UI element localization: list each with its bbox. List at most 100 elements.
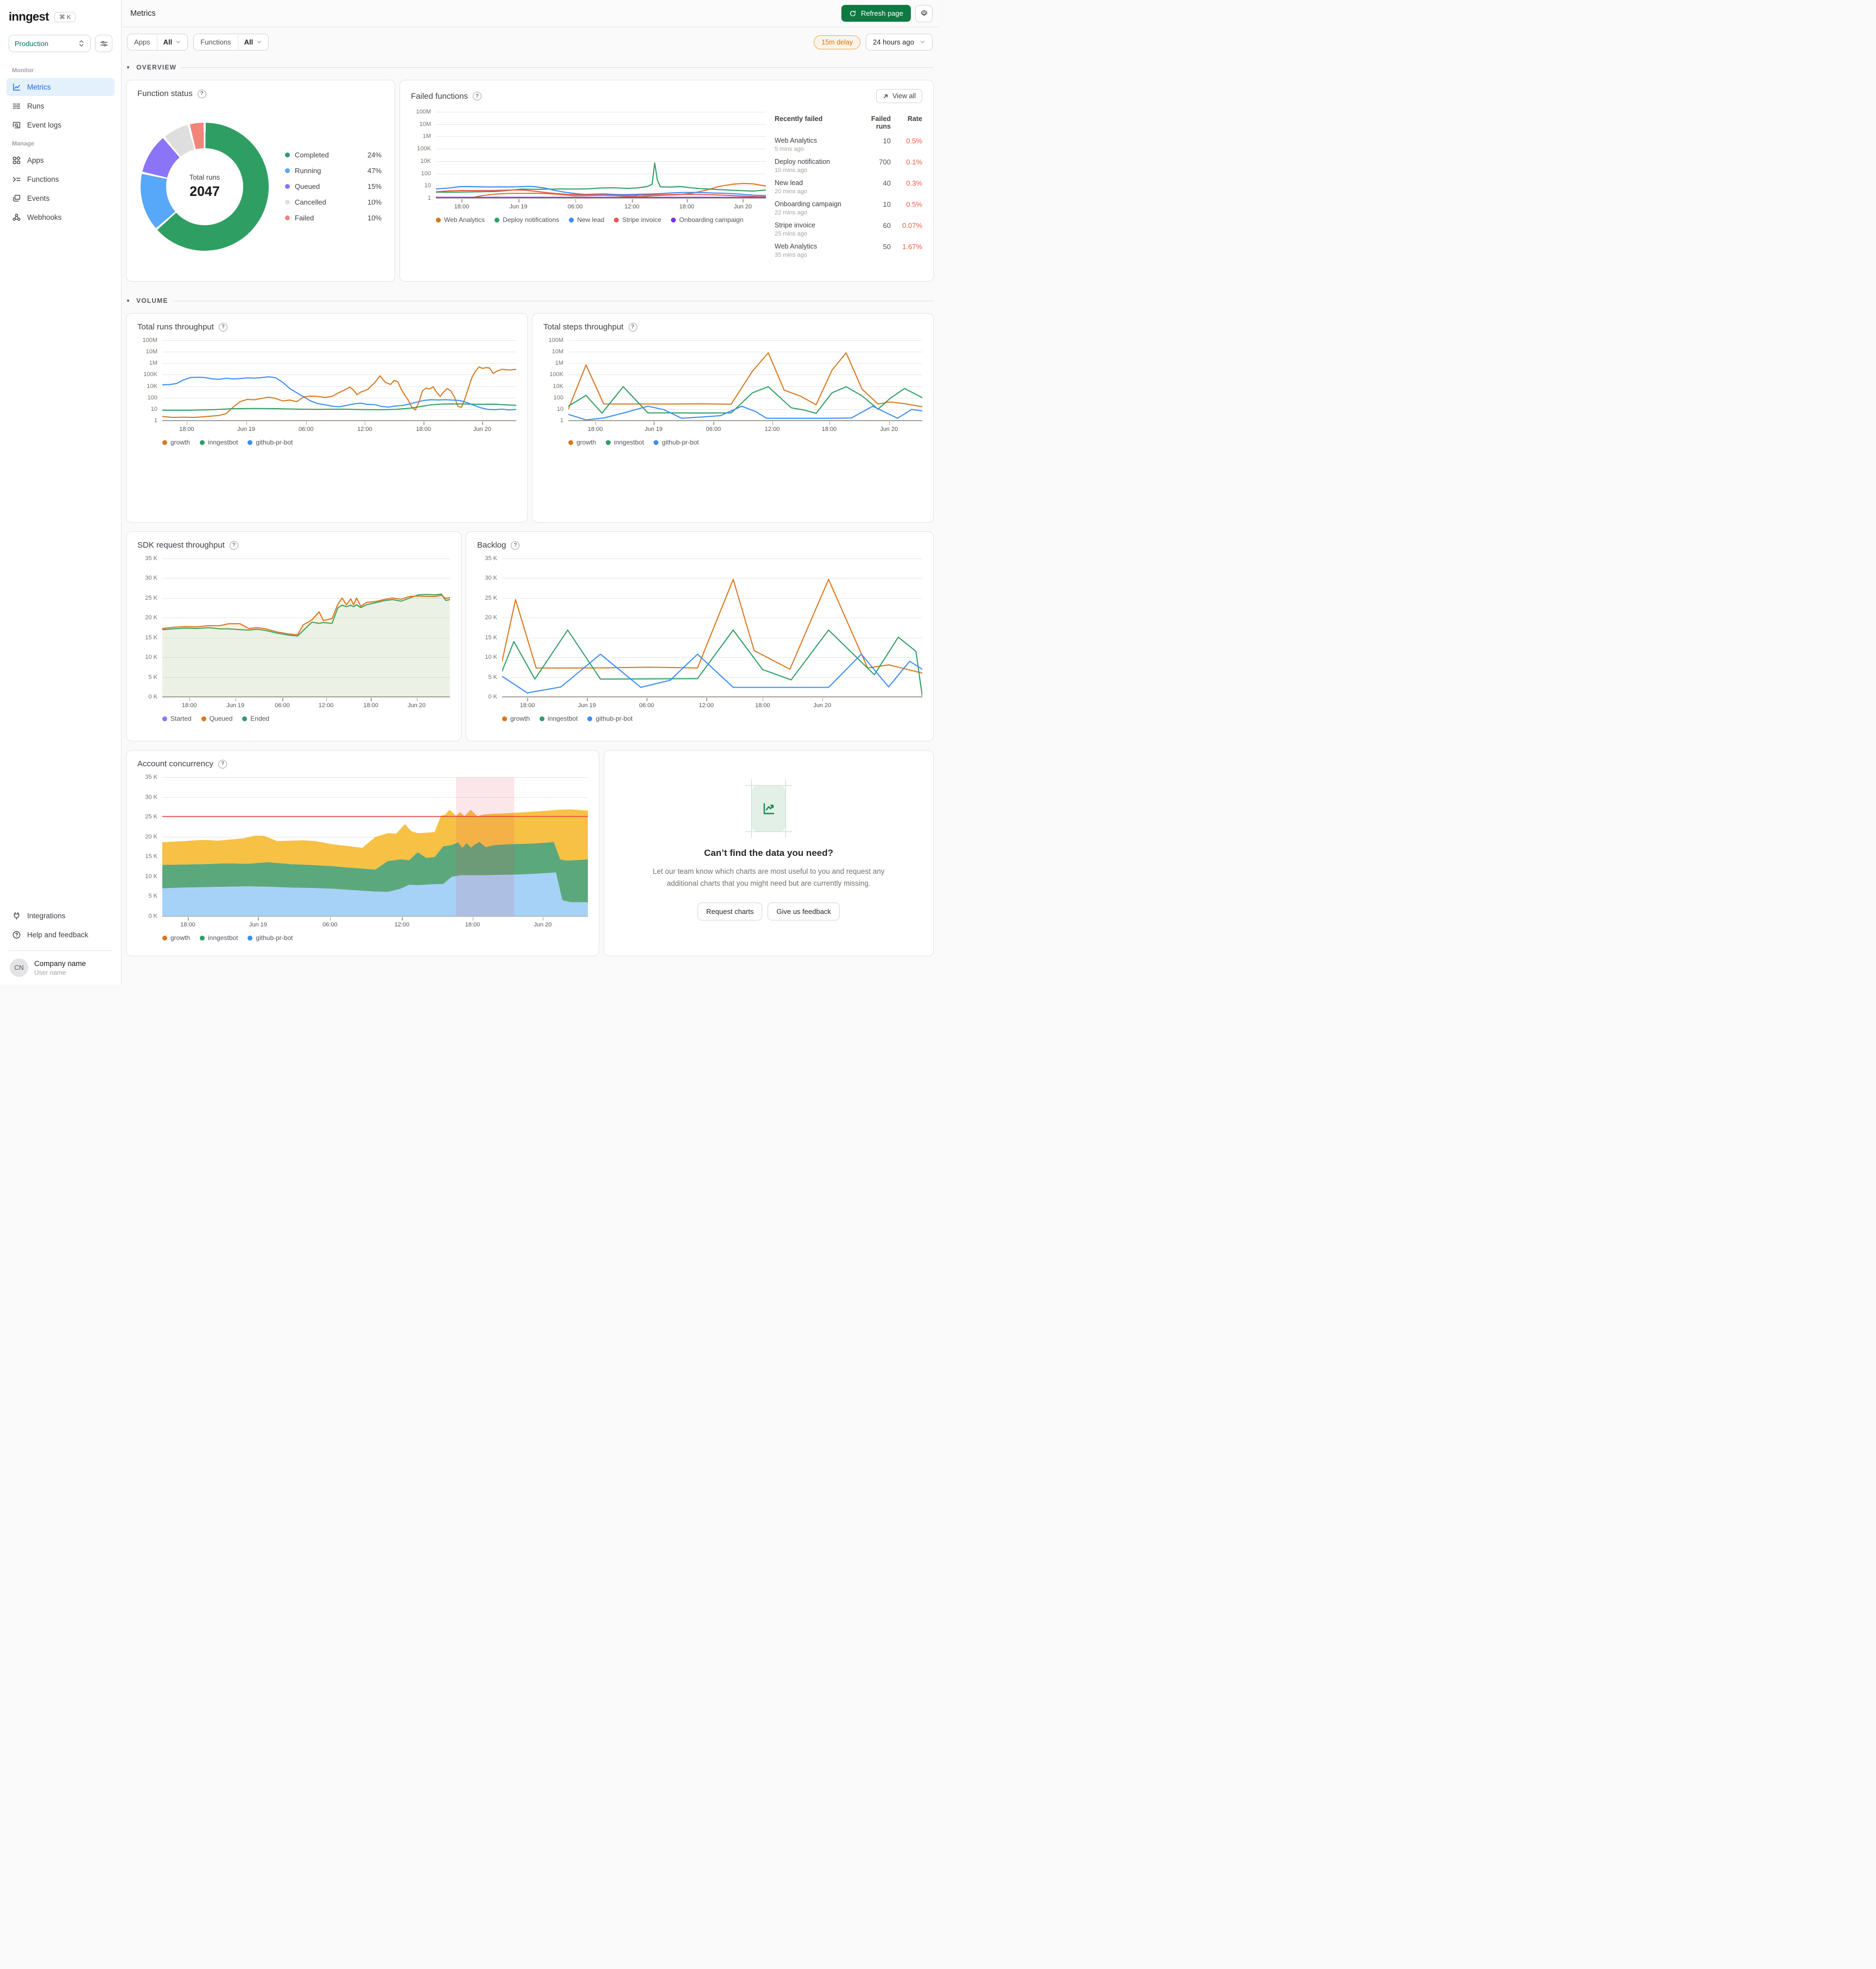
legend-item[interactable]: github-pr-bot	[248, 439, 293, 446]
sidebar-item-runs[interactable]: Runs	[7, 97, 115, 115]
request-charts-button[interactable]: Request charts	[698, 902, 763, 920]
legend-item[interactable]: Stripe invoice	[614, 216, 661, 224]
legend-item[interactable]: growth	[162, 934, 190, 942]
sidebar-item-events[interactable]: Events	[7, 189, 115, 207]
legend-item[interactable]: Ended	[242, 715, 269, 722]
legend-item[interactable]: Cancelled 10%	[285, 198, 382, 206]
overview-section-header[interactable]: ▼ OVERVIEW	[126, 63, 934, 71]
legend-item[interactable]: inngestbot	[606, 439, 644, 446]
legend-item[interactable]: github-pr-bot	[248, 934, 293, 942]
card-title: SDK request throughput	[137, 541, 225, 550]
page-title: Metrics	[130, 9, 156, 18]
arrow-up-right-icon	[884, 94, 888, 98]
sidebar-item-event-logs[interactable]: Event logs	[7, 116, 115, 134]
xtick-label: Jun 20	[733, 204, 752, 210]
legend-item[interactable]: Failed 10%	[285, 214, 382, 222]
legend-item[interactable]: inngestbot	[200, 934, 238, 942]
legend-item[interactable]: Queued	[201, 715, 232, 722]
legend-item[interactable]: Queued 15%	[285, 182, 382, 190]
ytick-label: 100	[421, 170, 431, 177]
help-icon[interactable]: ?	[218, 322, 227, 332]
table-row[interactable]: New lead 20 mins ago 40 0.3%	[775, 179, 922, 195]
functions-filter[interactable]: Functions All	[193, 34, 269, 50]
chart-plot-area	[162, 340, 516, 421]
xtick-label: 12:00	[699, 702, 714, 709]
table-row[interactable]: Onboarding campaign 22 mins ago 10 0.5%	[775, 200, 922, 216]
table-row[interactable]: Web Analytics 35 mins ago 50 1.67%	[775, 243, 922, 258]
xtick-label: Jun 20	[473, 426, 491, 433]
function-status-card: Function status ? Total runs 2047 Comple…	[126, 80, 395, 282]
sidebar-item-help-feedback[interactable]: Help and feedback	[7, 926, 115, 944]
xtick-label: Jun 19	[644, 426, 663, 433]
legend-item[interactable]: growth	[502, 715, 530, 722]
give-feedback-button[interactable]: Give us feedback	[768, 902, 840, 920]
apps-filter[interactable]: Apps All	[127, 34, 188, 50]
ytick-label: 10	[424, 182, 431, 189]
legend-item[interactable]: github-pr-bot	[587, 715, 632, 722]
sidebar-item-metrics[interactable]: Metrics	[7, 78, 115, 96]
collapse-triangle-icon: ▼	[126, 298, 131, 303]
help-icon[interactable]: ?	[511, 541, 520, 550]
help-icon[interactable]: ?	[197, 89, 206, 98]
xtick-label: 12:00	[357, 426, 372, 433]
sidebar-item-label: Integrations	[27, 912, 66, 920]
sidebar-item-apps[interactable]: Apps	[7, 151, 115, 169]
inngest-logo: inngest	[9, 10, 49, 23]
legend-item[interactable]: inngestbot	[200, 439, 238, 446]
ytick-label: 0 K	[488, 694, 497, 700]
command-k-shortcut[interactable]: ⌘ K	[54, 11, 76, 22]
legend-item[interactable]: Deploy notifications	[495, 216, 559, 224]
time-range-select[interactable]: 24 hours ago	[866, 34, 933, 50]
xtick-label: 12:00	[624, 204, 639, 210]
legend-item[interactable]: Running 47%	[285, 167, 382, 175]
total-steps-chart: 100M 10M 1M 100K 10K 100 10 1 18:00 Jun 19 06:00 12…	[543, 337, 922, 446]
ytick-label: 100	[553, 394, 563, 401]
legend-item[interactable]: Started	[162, 715, 192, 722]
legend-item[interactable]: growth	[568, 439, 596, 446]
table-row[interactable]: Stripe invoice 25 mins ago 60 0.07%	[775, 221, 922, 237]
refresh-page-button[interactable]: Refresh page	[841, 5, 911, 22]
sidebar-item-webhooks[interactable]: Webhooks	[7, 208, 115, 226]
functions-filter-value: All	[244, 38, 253, 46]
legend-item[interactable]: Onboarding campaign	[671, 216, 743, 224]
section-label: VOLUME	[136, 297, 168, 304]
function-status-donut: Total runs 2047	[141, 122, 269, 251]
chevron-down-icon	[176, 41, 181, 43]
table-row[interactable]: Web Analytics 5 mins ago 10 0.5%	[775, 137, 922, 153]
help-card-title: Can’t find the data you need?	[704, 848, 833, 859]
xtick-label: 12:00	[394, 922, 410, 928]
table-row[interactable]: Deploy notification 10 mins ago 700 0.1%	[775, 158, 922, 174]
sidebar-item-integrations[interactable]: Integrations	[7, 907, 115, 925]
legend-item[interactable]: New lead	[569, 216, 604, 224]
view-all-button[interactable]: View all	[876, 89, 922, 103]
ytick-label: 100	[147, 394, 157, 401]
help-icon[interactable]: ?	[229, 541, 238, 550]
volume-section-header[interactable]: ▼ VOLUME	[126, 297, 934, 304]
ytick-label: 1	[560, 417, 563, 424]
legend-item[interactable]: growth	[162, 439, 190, 446]
help-icon[interactable]: ?	[473, 92, 482, 100]
ytick-label: 1	[154, 417, 157, 424]
sidebar-item-functions[interactable]: Functions	[7, 170, 115, 188]
xtick-label: 06:00	[706, 426, 721, 433]
plug-icon	[14, 912, 20, 920]
ytick-label: 20 K	[145, 614, 157, 621]
ytick-label: 1M	[555, 360, 563, 367]
settings-button[interactable]	[915, 4, 933, 22]
apps-filter-value: All	[163, 38, 173, 46]
card-title: Total steps throughput	[543, 322, 624, 332]
account-switcher[interactable]: CN Company name User name	[7, 957, 115, 977]
divider	[9, 950, 112, 951]
legend-item[interactable]: inngestbot	[540, 715, 578, 722]
env-filter-button[interactable]	[95, 35, 112, 52]
filter-bar: Apps All Functions All 15m delay 24 hour…	[122, 27, 938, 50]
legend-item[interactable]: github-pr-bot	[654, 439, 699, 446]
legend-item[interactable]: Completed 24%	[285, 151, 382, 159]
ytick-label: 30 K	[485, 575, 497, 582]
help-circle-icon	[12, 931, 21, 939]
help-icon[interactable]: ?	[218, 759, 227, 768]
legend-item[interactable]: Web Analytics	[436, 216, 485, 224]
series-line-growth	[568, 353, 922, 409]
help-icon[interactable]: ?	[628, 322, 637, 332]
environment-select[interactable]: Production	[9, 35, 91, 52]
